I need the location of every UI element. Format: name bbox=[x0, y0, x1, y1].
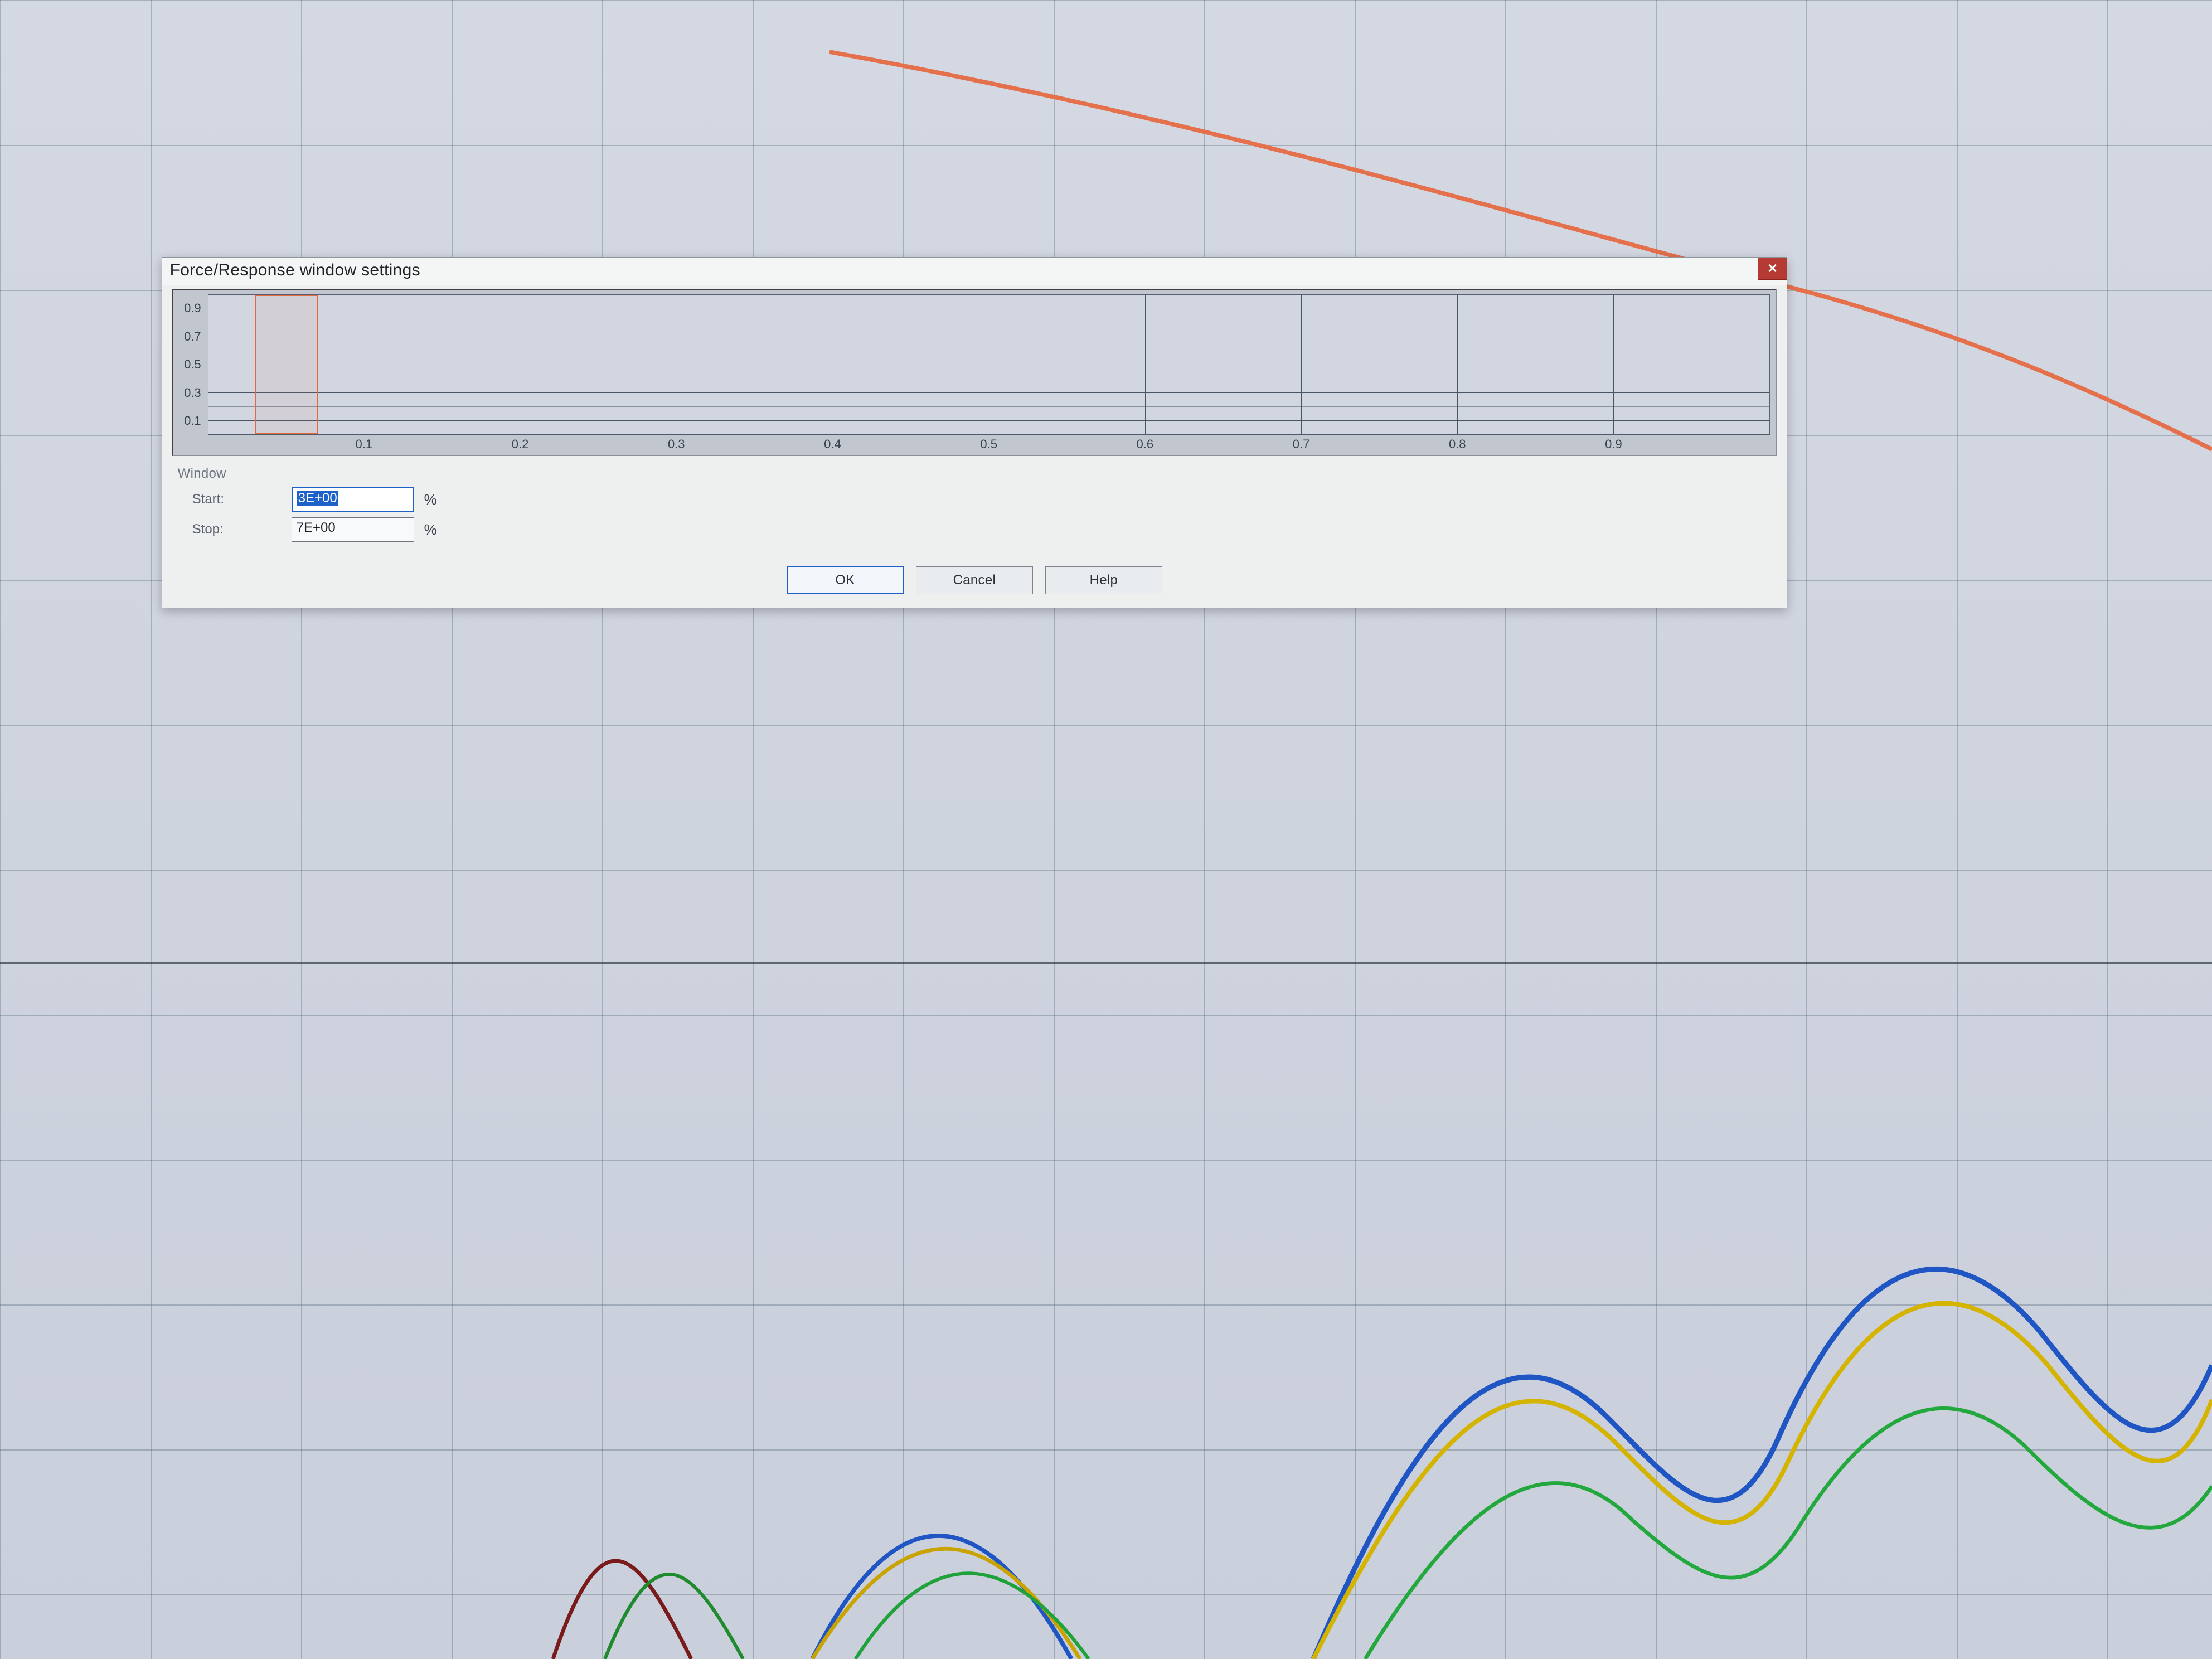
preview-chart[interactable]: 0.9 0.7 0.5 0.3 0.1 0.1 0.2 0.3 0.4 0.5 0.6 0.7 0.8 0… bbox=[172, 289, 1777, 456]
x-tick-label: 0.8 bbox=[1444, 437, 1471, 455]
window-group-label: Window bbox=[178, 466, 1771, 482]
y-tick-label: 0.7 bbox=[173, 329, 205, 344]
stop-input[interactable]: 7E+00 bbox=[292, 517, 414, 542]
start-label: Start: bbox=[192, 492, 282, 507]
start-input-value: 3E+00 bbox=[297, 491, 338, 506]
dialog-title: Force/Response window settings bbox=[170, 261, 420, 280]
close-button[interactable]: ✕ bbox=[1758, 258, 1787, 280]
help-button[interactable]: Help bbox=[1045, 566, 1162, 594]
y-tick-label: 0.1 bbox=[173, 414, 205, 428]
y-tick-label: 0.3 bbox=[173, 386, 205, 400]
x-tick-label: 0.6 bbox=[1132, 437, 1158, 455]
y-tick-label: 0.9 bbox=[173, 301, 205, 316]
stop-label: Stop: bbox=[192, 522, 282, 537]
x-tick-label: 0.5 bbox=[976, 437, 1002, 455]
x-tick-label: 0.3 bbox=[663, 437, 690, 455]
start-input[interactable]: 3E+00 bbox=[292, 487, 414, 512]
force-response-window-settings-dialog: Force/Response window settings ✕ 0.90.70… bbox=[162, 257, 1787, 608]
start-unit: % bbox=[424, 491, 458, 508]
background-grid bbox=[0, 0, 2212, 1659]
x-tick-label: 0.7 bbox=[1288, 437, 1314, 455]
cancel-button[interactable]: Cancel bbox=[916, 566, 1033, 594]
stop-input-value: 7E+00 bbox=[297, 520, 336, 535]
x-tick-label: 0.1 bbox=[351, 437, 377, 455]
ok-button[interactable]: OK bbox=[787, 566, 904, 594]
titlebar: Force/Response window settings ✕ bbox=[162, 258, 1787, 285]
x-tick-label: 0.2 bbox=[507, 437, 533, 455]
x-tick-label: 0.4 bbox=[819, 437, 846, 455]
window-group: Window Start: 3E+00 % Stop: 7E+00 % bbox=[172, 464, 1777, 551]
y-tick-label: 0.5 bbox=[173, 357, 205, 372]
stop-unit: % bbox=[424, 521, 458, 539]
button-row: OK Cancel Help bbox=[172, 566, 1777, 594]
x-tick-label: 0.9 bbox=[1600, 437, 1627, 455]
selection-box[interactable] bbox=[255, 295, 318, 434]
close-icon: ✕ bbox=[1767, 261, 1777, 276]
background-axis-line bbox=[0, 962, 2212, 964]
